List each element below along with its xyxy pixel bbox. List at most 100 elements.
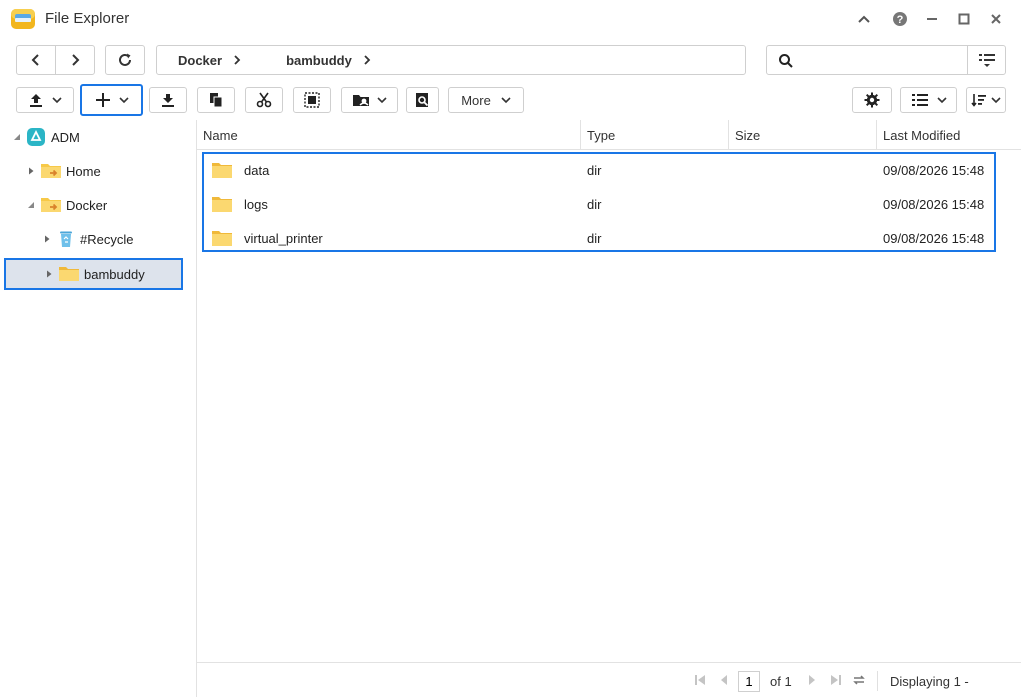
table-row[interactable]: logs dir 09/08/2026 15:48 — [205, 187, 989, 221]
cell-modified: 09/08/2026 15:48 — [883, 162, 985, 178]
tree-item-label: Home — [66, 163, 101, 179]
close-icon[interactable] — [987, 10, 1005, 28]
chevron-right-icon — [72, 54, 80, 66]
next-page-icon[interactable] — [804, 672, 820, 688]
cell-type: dir — [587, 230, 602, 246]
maximize-icon[interactable] — [955, 10, 973, 28]
cell-modified: 09/08/2026 15:48 — [883, 230, 985, 246]
share-button[interactable] — [341, 87, 398, 113]
breadcrumb-chevron-icon — [234, 55, 241, 65]
breadcrumb-chevron-icon — [364, 55, 371, 65]
breadcrumb-item-docker[interactable]: Docker — [178, 53, 222, 68]
chevron-down-icon — [52, 97, 62, 104]
search-box — [766, 45, 1006, 75]
tree-item-home[interactable]: Home — [26, 156, 182, 186]
view-mode-button[interactable] — [900, 87, 957, 113]
more-button-label: More — [461, 92, 491, 108]
chevron-down-icon — [377, 97, 387, 104]
folder-icon — [59, 267, 79, 281]
file-grid: Name Type Size Last Modified data dir 09… — [197, 120, 1021, 662]
select-all-button[interactable] — [293, 87, 331, 113]
cut-button[interactable] — [245, 87, 283, 113]
expanded-triangle-icon[interactable] — [26, 200, 36, 210]
collapsed-triangle-icon[interactable] — [26, 166, 36, 176]
gear-icon — [864, 92, 880, 108]
copy-icon — [210, 93, 223, 108]
search-icon — [779, 54, 793, 68]
forward-button[interactable] — [55, 45, 95, 75]
cell-type: dir — [587, 196, 602, 212]
expanded-triangle-icon[interactable] — [12, 132, 22, 142]
cell-name: virtual_printer — [244, 230, 323, 246]
breadcrumb: Docker bambuddy — [156, 45, 746, 75]
table-row[interactable]: virtual_printer dir 09/08/2026 15:48 — [205, 221, 989, 255]
file-search-icon — [415, 93, 428, 107]
tree-item-recycle[interactable]: #Recycle — [42, 224, 182, 254]
chevron-down-icon — [118, 97, 129, 104]
column-header-type[interactable]: Type — [587, 120, 615, 150]
sort-button[interactable] — [966, 87, 1006, 113]
advanced-search-button[interactable] — [968, 46, 1006, 74]
cell-type: dir — [587, 162, 602, 178]
breadcrumb-item-bambuddy[interactable]: bambuddy — [286, 53, 352, 68]
column-header-name[interactable]: Name — [203, 120, 238, 150]
folder-icon — [212, 197, 232, 212]
list-view-icon — [911, 94, 928, 106]
page-number-input[interactable] — [738, 671, 760, 692]
back-button[interactable] — [16, 45, 56, 75]
download-icon — [162, 94, 174, 107]
chevron-down-icon — [991, 97, 1001, 104]
table-row[interactable]: data dir 09/08/2026 15:48 — [205, 153, 989, 187]
paging-bar: of 1 Displaying 1 - — [197, 662, 1021, 697]
help-icon[interactable]: ? — [891, 10, 909, 28]
cell-modified: 09/08/2026 15:48 — [883, 196, 985, 212]
display-count-label: Displaying 1 - — [890, 674, 969, 689]
download-button[interactable] — [149, 87, 187, 113]
collapse-chevron-icon[interactable] — [855, 10, 873, 28]
paging-divider — [877, 671, 878, 691]
column-divider[interactable] — [876, 120, 877, 150]
collapsed-triangle-icon[interactable] — [44, 269, 54, 279]
app-logo-icon — [10, 7, 36, 31]
collapsed-triangle-icon[interactable] — [42, 234, 52, 244]
properties-button[interactable] — [406, 87, 439, 113]
tree-item-docker[interactable]: Docker — [26, 190, 182, 220]
chevron-left-icon — [31, 54, 39, 66]
last-page-icon[interactable] — [828, 672, 844, 688]
tree-item-label: #Recycle — [80, 231, 134, 247]
folder-tree: ADM Home Docker #Recycle bambuddy — [0, 120, 188, 697]
refresh-button[interactable] — [105, 45, 145, 75]
column-header-last-modified[interactable]: Last Modified — [883, 120, 960, 150]
tree-item-label: ADM — [51, 129, 80, 145]
cell-name: logs — [244, 196, 268, 212]
file-explorer-window: File Explorer ? Docker bambuddy More ADM… — [0, 0, 1021, 697]
refresh-page-icon[interactable] — [851, 672, 867, 688]
column-divider[interactable] — [728, 120, 729, 150]
svg-text:?: ? — [897, 14, 904, 26]
tree-item-adm[interactable]: ADM — [12, 122, 182, 152]
shared-folder-icon — [41, 198, 61, 212]
adm-icon — [27, 128, 45, 146]
chevron-down-icon — [501, 97, 511, 104]
minimize-icon[interactable] — [923, 10, 941, 28]
create-new-button[interactable] — [80, 84, 143, 116]
copy-button[interactable] — [197, 87, 235, 113]
upload-button[interactable] — [16, 87, 74, 113]
sort-icon — [971, 94, 986, 107]
tree-item-bambuddy[interactable]: bambuddy — [4, 258, 183, 290]
tree-item-label: Docker — [66, 197, 108, 213]
settings-button[interactable] — [852, 87, 892, 113]
grid-header: Name Type Size Last Modified — [197, 120, 1021, 150]
recycle-bin-icon — [60, 231, 72, 247]
column-header-size[interactable]: Size — [735, 120, 760, 150]
previous-page-icon[interactable] — [716, 672, 732, 688]
more-button[interactable]: More — [448, 87, 524, 113]
cell-name: data — [244, 162, 270, 178]
first-page-icon[interactable] — [692, 672, 708, 688]
title-bar: File Explorer ? — [0, 0, 1021, 38]
column-divider[interactable] — [580, 120, 581, 150]
search-input[interactable] — [801, 50, 961, 70]
select-all-icon — [304, 92, 320, 108]
window-title: File Explorer — [45, 10, 130, 27]
folder-icon — [212, 231, 232, 246]
